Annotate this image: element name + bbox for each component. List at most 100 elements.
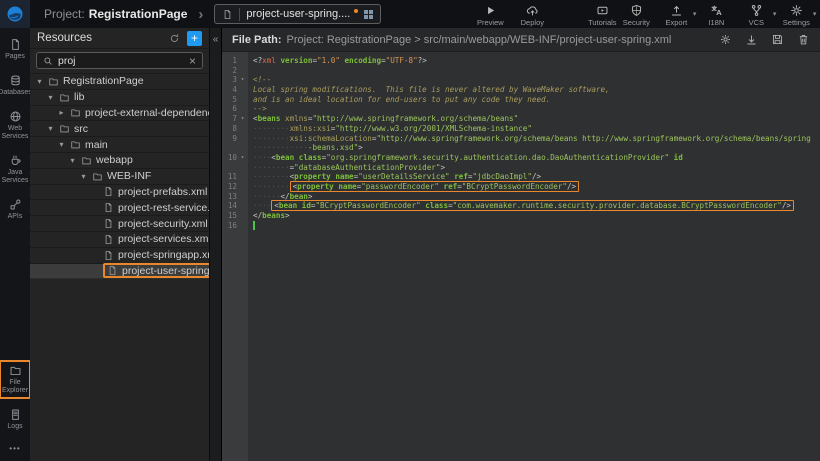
- sidebar-item-pages[interactable]: Pages: [1, 36, 29, 63]
- file-icon: [103, 234, 114, 245]
- delete-file-button[interactable]: [797, 33, 810, 46]
- no-icon: [237, 192, 248, 202]
- code-line: ········="databaseAuthenticationProvider…: [222, 163, 820, 173]
- tree-item-project-prefabs.xml[interactable]: project-prefabs.xml: [30, 185, 209, 201]
- tree-item-project-user-spring.xml[interactable]: project-user-spring.xml: [30, 264, 209, 280]
- resources-title: Resources: [37, 32, 162, 44]
- tree-expand-icon[interactable]: ▾: [46, 124, 55, 133]
- clear-search-button[interactable]: ×: [189, 55, 196, 67]
- topbar-actions-right: Security▾ExportAI18N▾VCS▾Settings: [619, 2, 813, 27]
- tree-item-src[interactable]: ▾src: [30, 121, 209, 137]
- tree-item-main[interactable]: ▾main: [30, 137, 209, 153]
- deploy-button[interactable]: Deploy: [515, 2, 549, 27]
- tab-label: project-user-spring....: [246, 8, 350, 20]
- line-number-gutter[interactable]: 13: [222, 192, 248, 202]
- wavemaker-logo-icon[interactable]: [0, 0, 30, 28]
- file-icon: [222, 9, 233, 20]
- tree-item-project-security.xml[interactable]: project-security.xml: [30, 216, 209, 232]
- line-number-gutter[interactable]: 9: [222, 134, 248, 144]
- trash-icon: [797, 33, 810, 46]
- sidebar-item-web-services[interactable]: Web Services: [1, 108, 29, 143]
- tree-expand-icon[interactable]: ▾: [57, 140, 66, 149]
- download-icon: [745, 33, 758, 46]
- wavemaker-logo-icon: [6, 5, 24, 23]
- line-number-gutter[interactable]: 4: [222, 85, 248, 95]
- code-line: 15</beans>: [222, 211, 820, 221]
- preview-button[interactable]: Preview: [473, 2, 507, 27]
- line-number-gutter[interactable]: 6: [222, 104, 248, 114]
- line-number-gutter[interactable]: [222, 163, 248, 173]
- search-input[interactable]: [58, 55, 184, 67]
- tree-item-RegistrationPage[interactable]: ▾RegistrationPage: [30, 74, 209, 90]
- line-number-gutter[interactable]: 15: [222, 211, 248, 221]
- download-file-button[interactable]: [745, 33, 758, 46]
- no-icon: [237, 134, 248, 144]
- line-number-gutter[interactable]: 1: [222, 56, 248, 66]
- export-button[interactable]: ▾Export: [659, 2, 693, 27]
- fold-arrow-icon[interactable]: ▾: [237, 153, 248, 163]
- tree-item-project-rest-service.xml[interactable]: project-rest-service.xml: [30, 200, 209, 216]
- refresh-button[interactable]: [169, 33, 180, 44]
- line-number-gutter[interactable]: 10▾: [222, 153, 248, 163]
- line-number-gutter[interactable]: 7▾: [222, 114, 248, 124]
- tree-expand-icon[interactable]: ▾: [68, 156, 77, 165]
- tree-item-project-services.xml[interactable]: project-services.xml: [30, 232, 209, 248]
- open-file-tab[interactable]: project-user-spring....: [214, 4, 381, 24]
- tree-item-WEB-INF[interactable]: ▾WEB-INF: [30, 169, 209, 185]
- line-number-gutter[interactable]: [222, 143, 248, 153]
- code-line: 5and is an ideal location for end-users …: [222, 95, 820, 105]
- line-number-gutter[interactable]: 12: [222, 182, 248, 192]
- no-icon: [237, 182, 248, 192]
- play-icon: [484, 4, 497, 17]
- more-icon: •••: [9, 444, 20, 453]
- sidebar-item-more[interactable]: •••: [1, 442, 29, 455]
- fold-arrow-icon[interactable]: ▾: [237, 114, 248, 124]
- line-number-gutter[interactable]: 11: [222, 172, 248, 182]
- line-number-gutter[interactable]: 16: [222, 221, 248, 231]
- folder-icon: [59, 123, 70, 134]
- no-icon: [237, 104, 248, 114]
- tutorials-button[interactable]: Tutorials: [585, 2, 619, 27]
- tree-item-project-external-dependency-jars[interactable]: ▸project-external-dependency-jars: [30, 106, 209, 122]
- tree-item-webapp[interactable]: ▾webapp: [30, 153, 209, 169]
- vcs-button[interactable]: ▾VCS: [739, 2, 773, 27]
- line-number-gutter[interactable]: 2: [222, 66, 248, 76]
- folder-icon: [81, 155, 92, 166]
- sidebar-item-apis[interactable]: APIs: [1, 196, 29, 223]
- line-number-gutter[interactable]: 14: [222, 201, 248, 211]
- sidebar-item-label: File Explorer: [1, 379, 29, 395]
- tree-expand-icon[interactable]: ▸: [57, 108, 66, 117]
- sidebar-item-label: Databases: [0, 89, 32, 97]
- line-number-gutter[interactable]: 5: [222, 95, 248, 105]
- collapse-panel-button[interactable]: «: [210, 28, 221, 51]
- save-file-button[interactable]: [771, 33, 784, 46]
- gear-icon: [719, 33, 732, 46]
- tree-item-project-springapp.xml[interactable]: project-springapp.xml: [30, 248, 209, 264]
- add-resource-button[interactable]: +: [187, 31, 202, 46]
- sidebar-item-databases[interactable]: Databases: [1, 72, 29, 99]
- api-icon: [9, 198, 22, 211]
- unsaved-dot-icon: [354, 9, 358, 13]
- line-number-gutter[interactable]: 3▾: [222, 75, 248, 85]
- code-editor[interactable]: 1<?xml version="1.0" encoding="UTF-8"?>2…: [222, 52, 820, 461]
- grid-icon[interactable]: [364, 10, 373, 19]
- tree-item-lib[interactable]: ▾lib: [30, 90, 209, 106]
- sidebar-item-java-services[interactable]: Java Services: [1, 152, 29, 187]
- vcs-label: VCS: [749, 18, 764, 27]
- file-icon: [103, 218, 114, 229]
- file-icon: [107, 265, 118, 276]
- sidebar-item-logs[interactable]: Logs: [1, 406, 29, 433]
- tree-expand-icon[interactable]: ▾: [46, 93, 55, 102]
- tree-expand-icon[interactable]: ▾: [35, 77, 44, 86]
- settings-button[interactable]: ▾Settings: [779, 2, 813, 27]
- no-icon: [237, 163, 248, 173]
- i18n-button[interactable]: AI18N: [699, 2, 733, 27]
- line-number-gutter[interactable]: 8: [222, 124, 248, 134]
- logs-icon: [9, 408, 22, 421]
- file-settings-button[interactable]: [719, 33, 732, 46]
- fold-arrow-icon[interactable]: ▾: [237, 75, 248, 85]
- tree-expand-icon[interactable]: ▾: [79, 172, 88, 181]
- security-button[interactable]: Security: [619, 2, 653, 27]
- main-area: Pages Databases Web Services Java Services A…: [0, 28, 820, 461]
- sidebar-item-file-explorer[interactable]: File Explorer: [1, 362, 29, 397]
